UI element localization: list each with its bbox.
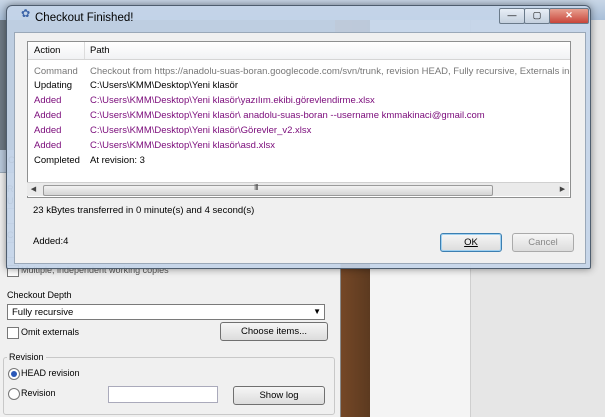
cancel-button[interactable]: Cancel: [512, 233, 574, 252]
list-item[interactable]: Added C:\Users\KMM\Desktop\Yeni klasör\G…: [28, 124, 570, 138]
row-path: C:\Users\KMM\Desktop\Yeni klasör: [90, 80, 239, 91]
checkout-depth-label: Checkout Depth: [7, 290, 72, 300]
close-button[interactable]: ✕: [549, 8, 589, 24]
list-item[interactable]: Added C:\Users\KMM\Desktop\Yeni klasör\y…: [28, 94, 570, 108]
column-header-path[interactable]: Path: [90, 45, 110, 56]
transfer-summary: 23 kBytes transferred in 0 minute(s) and…: [33, 205, 255, 216]
show-log-button[interactable]: Show log: [233, 386, 325, 405]
dialog-title: Checkout Finished!: [35, 12, 134, 24]
revision-group-label: Revision: [7, 352, 46, 362]
column-header-action[interactable]: Action: [34, 45, 60, 56]
omit-externals-label: Omit externals: [21, 327, 80, 337]
row-action: Added: [34, 140, 62, 151]
row-action: Command: [34, 66, 78, 77]
chevron-down-icon: ▼: [313, 307, 321, 316]
row-path: C:\Users\KMM\Desktop\Yeni klasör\asd.xls…: [90, 140, 275, 151]
row-action: Added: [34, 125, 62, 136]
row-path: At revision: 3: [90, 155, 145, 166]
tortoisesvn-icon: ✿: [21, 8, 31, 20]
revision-number-input[interactable]: [108, 386, 218, 403]
added-summary: Added:4: [33, 236, 69, 247]
scrollbar-thumb[interactable]: III: [43, 183, 493, 196]
maximize-button[interactable]: ▢: [524, 8, 550, 24]
row-action: Completed: [34, 155, 80, 166]
grip-icon: III: [254, 183, 259, 192]
row-action: Added: [34, 95, 62, 106]
checkout-depth-value: Fully recursive: [12, 307, 74, 318]
row-action: Updating: [34, 80, 73, 91]
list-item[interactable]: Command Checkout from https://anadolu-su…: [28, 65, 570, 79]
head-revision-radio[interactable]: [8, 368, 20, 380]
row-path: C:\Users\KMM\Desktop\Yeni klasör\Görevle…: [90, 125, 312, 136]
omit-externals-checkbox[interactable]: [7, 327, 19, 339]
list-header: Action Path: [28, 42, 570, 60]
checkout-depth-dropdown[interactable]: Fully recursive ▼: [7, 304, 325, 320]
row-action: Added: [34, 110, 62, 121]
ok-button[interactable]: OK: [440, 233, 502, 252]
horizontal-scrollbar[interactable]: ◀ III ▶: [27, 182, 569, 196]
output-list[interactable]: Action Path Command Checkout from https:…: [27, 41, 571, 198]
row-path: Checkout from https://anadolu-suas-boran…: [90, 66, 571, 77]
row-path: C:\Users\KMM\Desktop\Yeni klasör\yazılım…: [90, 95, 375, 106]
list-item[interactable]: Updating C:\Users\KMM\Desktop\Yeni klasö…: [28, 79, 570, 93]
revision-label: Revision: [21, 388, 56, 398]
scroll-right-icon[interactable]: ▶: [556, 183, 569, 196]
revision-radio[interactable]: [8, 388, 20, 400]
list-item[interactable]: Completed At revision: 3: [28, 154, 570, 168]
list-item[interactable]: Added C:\Users\KMM\Desktop\Yeni klasör\ …: [28, 109, 570, 123]
list-item[interactable]: Added C:\Users\KMM\Desktop\Yeni klasör\a…: [28, 139, 570, 153]
head-revision-label: HEAD revision: [21, 368, 80, 378]
minimize-button[interactable]: —: [499, 8, 525, 24]
row-path: C:\Users\KMM\Desktop\Yeni klasör\ anadol…: [90, 110, 485, 121]
ok-button-label: OK: [464, 237, 478, 248]
scroll-left-icon[interactable]: ◀: [27, 183, 40, 196]
choose-items-button[interactable]: Choose items...: [220, 322, 328, 341]
